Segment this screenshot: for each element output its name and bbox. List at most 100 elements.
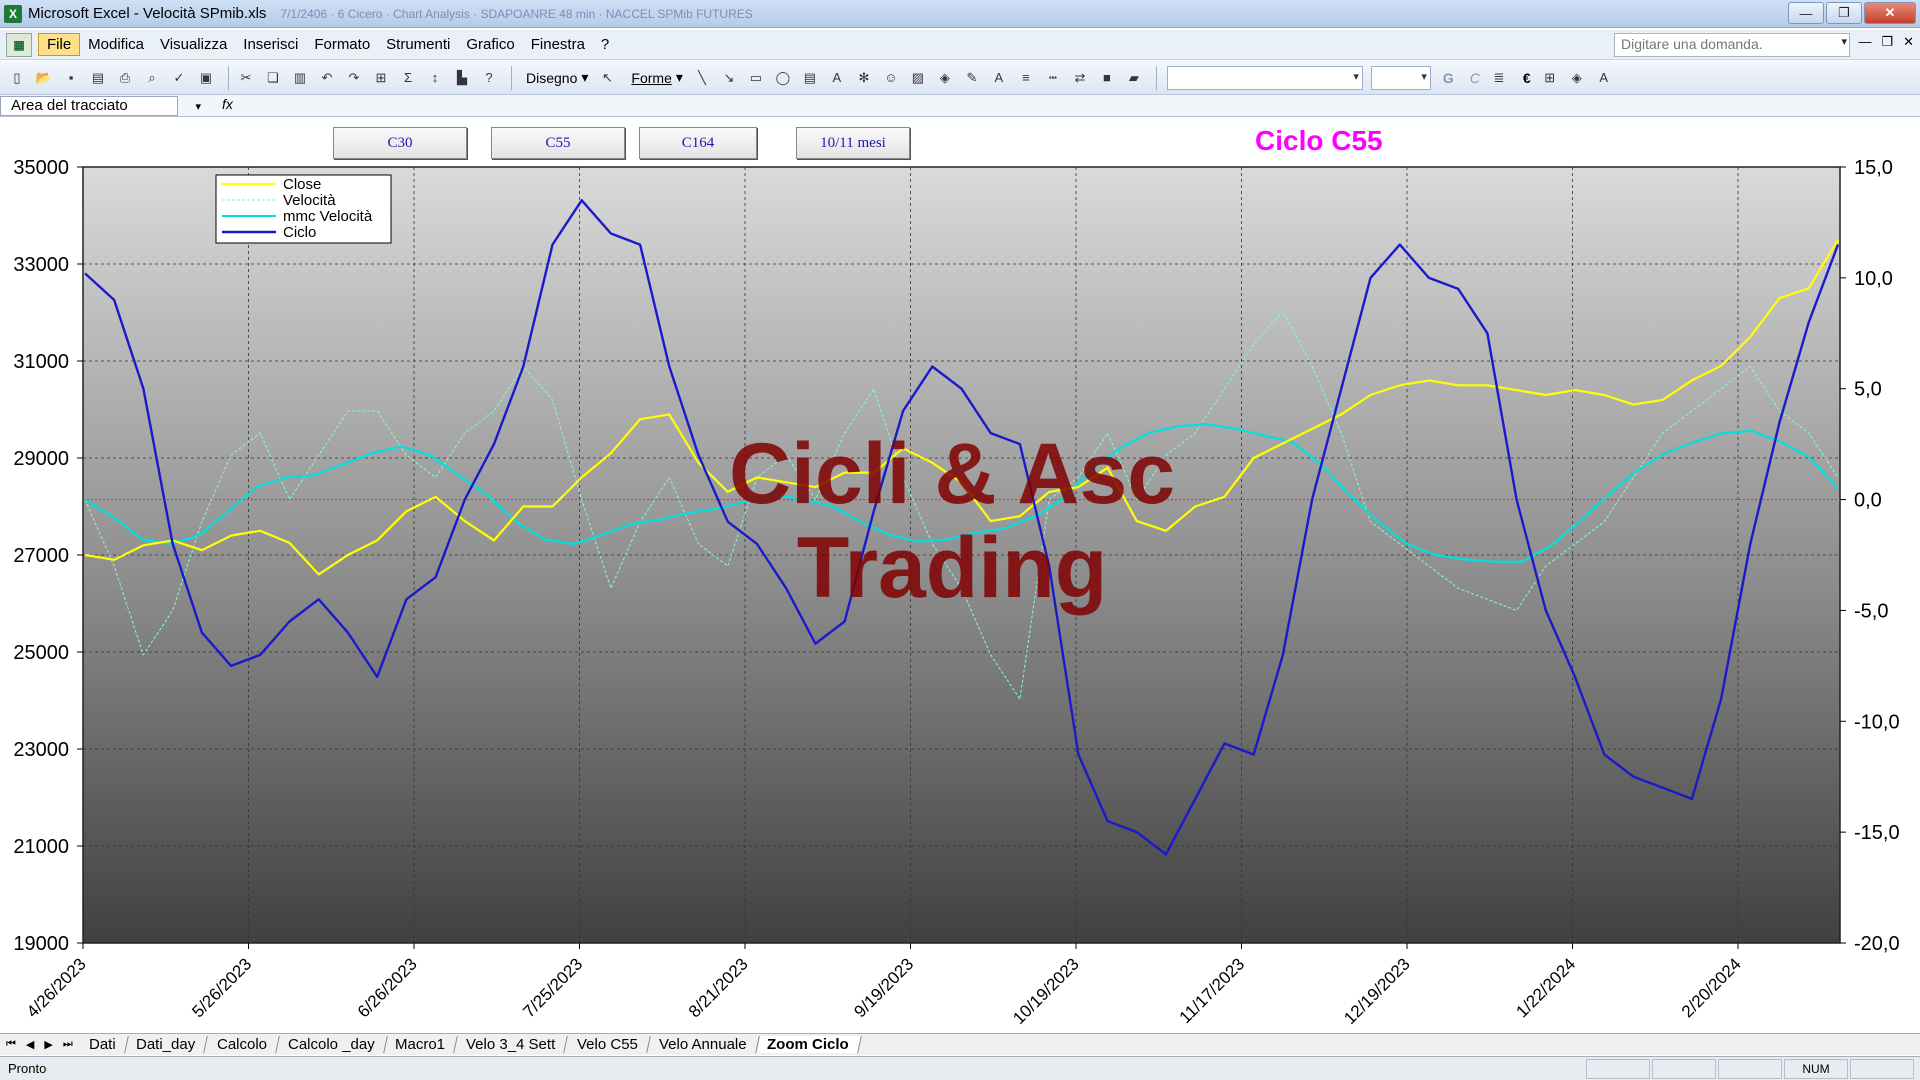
spelling-icon[interactable]: ✓ — [168, 67, 190, 89]
arrow-icon[interactable]: ↘ — [718, 67, 740, 89]
new-file-icon[interactable]: ▯ — [6, 67, 28, 89]
y-left-tick-label: 29000 — [13, 448, 69, 470]
drawing-menu[interactable]: Disegno ▾ — [518, 69, 596, 86]
italic-button[interactable]: C — [1462, 70, 1488, 86]
legend-label: Close — [283, 176, 321, 193]
bold-button[interactable]: G — [1435, 70, 1462, 86]
drawing-label: Disegno — [526, 69, 578, 86]
button-10-11-mesi[interactable]: 10/11 mesi — [796, 127, 910, 159]
line-color-icon[interactable]: ✎ — [961, 67, 983, 89]
sort-icon[interactable]: ↕ — [424, 67, 446, 89]
oval-icon[interactable]: ◯ — [772, 67, 794, 89]
textbox-icon[interactable]: ▤ — [799, 67, 821, 89]
text-color-icon[interactable]: A — [1593, 67, 1615, 89]
align-icon[interactable]: ≣ — [1488, 67, 1510, 89]
button-c55[interactable]: C55 — [491, 127, 625, 159]
menu-file[interactable]: File — [38, 33, 81, 56]
font-name-select[interactable] — [1166, 65, 1363, 90]
chart[interactable]: Cicli & Asc Trading 35000 33000 31000 29000… — [0, 117, 1920, 1033]
menu-help[interactable]: ? — [593, 34, 617, 55]
research-icon[interactable]: ▣ — [195, 67, 217, 89]
diagram-icon[interactable]: ✻ — [853, 67, 875, 89]
menu-strumenti[interactable]: Strumenti — [378, 34, 458, 55]
menu-modifica[interactable]: Modifica — [80, 34, 152, 55]
line-icon[interactable]: ╲ — [691, 67, 713, 89]
tab-zoom-ciclo[interactable]: Zoom Ciclo — [757, 1036, 862, 1053]
fx-icon[interactable]: fx — [222, 96, 233, 112]
menu-finestra[interactable]: Finestra — [523, 34, 593, 55]
workbook-icon[interactable]: ▦ — [6, 32, 32, 57]
dash-style-icon[interactable]: ┅ — [1042, 67, 1064, 89]
rectangle-icon[interactable]: ▭ — [745, 67, 767, 89]
x-tick-label: 7/25/2023 — [519, 954, 586, 1021]
chart-wizard-icon[interactable]: ▙ — [451, 67, 473, 89]
chevron-down-icon[interactable]: ▾ — [1841, 35, 1847, 48]
doc-close-icon[interactable]: ✕ — [1903, 34, 1914, 50]
3d-icon[interactable]: ▰ — [1123, 67, 1145, 89]
y-left-tick-label: 31000 — [13, 351, 69, 373]
save-icon[interactable]: ▪ — [60, 67, 82, 89]
x-tick-label: 5/26/2023 — [188, 954, 255, 1021]
close-button[interactable]: ✕ — [1864, 2, 1916, 24]
first-sheet-icon[interactable]: ⏮ — [6, 1038, 16, 1051]
question-placeholder: Digitare una domanda. — [1621, 36, 1763, 52]
chevron-down-icon[interactable]: ▾ — [195, 98, 201, 116]
print-preview-icon[interactable]: ⌕ — [141, 67, 163, 89]
tab-calcolo[interactable]: Calcolo — [206, 1036, 280, 1053]
euro-button[interactable]: € — [1515, 70, 1539, 86]
tab-dati[interactable]: Dati — [78, 1036, 129, 1053]
minimize-button[interactable]: — — [1788, 2, 1824, 24]
y-right-tick-label: 5,0 — [1854, 379, 1882, 401]
prev-sheet-icon[interactable]: ◀ — [26, 1038, 34, 1051]
question-input[interactable]: Digitare una domanda. ▾ — [1614, 33, 1850, 57]
menu-visualizza[interactable]: Visualizza — [152, 34, 235, 55]
shapes-menu[interactable]: Forme ▾ — [623, 69, 690, 86]
tab-macro1[interactable]: Macro1 — [385, 1036, 459, 1053]
legend[interactable]: CloseVelocitàmmc VelocitàCiclo — [215, 174, 392, 244]
wordart-icon[interactable]: A — [826, 67, 848, 89]
menu-inserisci[interactable]: Inserisci — [235, 34, 306, 55]
name-box[interactable]: Area del tracciato ▾ — [0, 95, 201, 116]
shadow-icon[interactable]: ■ — [1096, 67, 1118, 89]
borders-icon[interactable]: ⊞ — [1539, 67, 1561, 89]
tab-velo-c55[interactable]: Velo C55 — [566, 1036, 651, 1053]
y-left-tick-label: 25000 — [13, 642, 69, 664]
redo-icon[interactable]: ↷ — [343, 67, 365, 89]
picture-icon[interactable]: ▨ — [907, 67, 929, 89]
fill-bucket-icon[interactable]: ◈ — [1566, 67, 1588, 89]
paste-icon[interactable]: ▥ — [289, 67, 311, 89]
print-icon[interactable]: ⎙ — [114, 67, 136, 89]
help-icon[interactable]: ? — [478, 67, 500, 89]
line-style-icon[interactable]: ≡ — [1015, 67, 1037, 89]
copy-icon[interactable]: ❏ — [262, 67, 284, 89]
tab-dati-day[interactable]: Dati_day — [126, 1036, 209, 1053]
open-folder-icon[interactable]: 📂 — [33, 67, 55, 89]
fill-color-icon[interactable]: ◈ — [934, 67, 956, 89]
menu-grafico[interactable]: Grafico — [458, 34, 522, 55]
next-sheet-icon[interactable]: ▶ — [44, 1038, 52, 1051]
cut-icon[interactable]: ✂ — [235, 67, 257, 89]
doc-restore-icon[interactable]: ❐ — [1881, 34, 1893, 50]
status-cell — [1652, 1059, 1716, 1079]
button-c30[interactable]: C30 — [333, 127, 467, 159]
undo-icon[interactable]: ↶ — [316, 67, 338, 89]
font-size-select[interactable] — [1370, 65, 1431, 90]
last-sheet-icon[interactable]: ⏭ — [63, 1038, 73, 1051]
hyperlink-icon[interactable]: ⊞ — [370, 67, 392, 89]
autosum-icon[interactable]: Σ — [397, 67, 419, 89]
arrow-style-icon[interactable]: ⇄ — [1069, 67, 1091, 89]
select-objects-icon[interactable]: ↖ — [596, 67, 618, 89]
y-left-tick-label: 21000 — [13, 836, 69, 858]
font-color-icon[interactable]: A — [988, 67, 1010, 89]
clipart-icon[interactable]: ☺ — [880, 67, 902, 89]
permission-icon[interactable]: ▤ — [87, 67, 109, 89]
button-c164[interactable]: C164 — [639, 127, 757, 159]
tab-calcolo-day[interactable]: Calcolo _day — [277, 1036, 388, 1053]
tab-velo-annuale[interactable]: Velo Annuale — [648, 1036, 759, 1053]
x-tick-label: 2/20/2024 — [1678, 954, 1745, 1021]
restore-button[interactable]: ❐ — [1826, 2, 1862, 24]
chart-sheet: Cicli & Asc Trading 35000 33000 31000 29000… — [0, 117, 1920, 1033]
menu-formato[interactable]: Formato — [306, 34, 378, 55]
tab-velo-3-4-sett[interactable]: Velo 3_4 Sett — [456, 1036, 569, 1053]
doc-minimize-icon[interactable]: — — [1858, 34, 1871, 50]
